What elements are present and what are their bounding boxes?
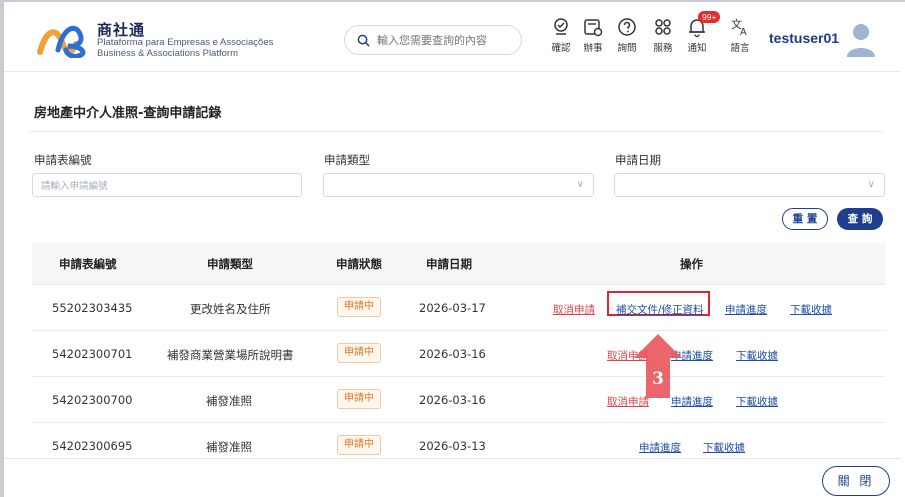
avatar-icon[interactable] [846, 21, 876, 57]
type-label: 申請類型 [324, 153, 370, 167]
nav-question[interactable]: 詢問 [610, 16, 644, 54]
form-no-cell: 54202300700 [52, 393, 133, 407]
date-cell: 2026-03-16 [419, 393, 486, 407]
status-badge: 申請中 [337, 297, 381, 317]
table-row: 54202300700 補發准照 申請中 2026-03-16 取消申請 申請進… [32, 377, 885, 423]
receipt-link[interactable]: 下載收據 [736, 348, 778, 363]
form-no-label: 申請表編號 [34, 153, 92, 167]
title-divider [30, 131, 882, 132]
status-badge: 申請中 [337, 343, 381, 363]
search-input[interactable] [377, 33, 517, 47]
nav-label: 語言 [730, 43, 750, 54]
reset-button[interactable]: 重 置 [782, 208, 828, 230]
username[interactable]: testuser01 [769, 30, 839, 46]
close-button[interactable]: 關 閉 [822, 466, 890, 496]
col-date: 申請日期 [426, 257, 472, 271]
nav-label: 服務 [653, 43, 673, 54]
table-row: 54202300701 補發商業營業場所說明書 申請中 2026-03-16 取… [32, 331, 885, 377]
page-title: 房地產中介人准照-查詢申請記錄 [34, 106, 222, 121]
logo-icon [37, 25, 86, 58]
status-badge: 申請中 [337, 389, 381, 409]
chevron-down-icon: ∨ [576, 179, 584, 190]
table-row: 55202303435 更改姓名及住所 申請中 2026-03-17 取消申請 … [32, 285, 885, 331]
date-select[interactable]: ∨ [614, 173, 885, 197]
nav-label: 詢問 [617, 43, 637, 54]
col-status: 申請狀態 [336, 257, 382, 271]
confirm-icon [554, 18, 568, 35]
search-icon [357, 34, 370, 47]
task-icon [584, 19, 603, 37]
supplement-docs-link[interactable]: 補交文件/修正資料 [616, 302, 704, 317]
type-cell: 補發准照 [206, 394, 252, 408]
form-no-cell: 54202300701 [52, 347, 133, 361]
step-arrow-icon: 3 [634, 334, 682, 398]
col-form-no: 申請表編號 [59, 257, 117, 271]
col-type: 申請類型 [207, 257, 253, 271]
status-badge: 申請中 [337, 435, 381, 455]
form-no-cell: 55202303435 [52, 301, 133, 315]
type-cell: 補發准照 [206, 440, 252, 454]
type-select[interactable]: ∨ [323, 173, 594, 197]
form-no-input[interactable]: 請輸入申請編號 [32, 173, 302, 197]
svg-text:A: A [740, 27, 747, 38]
nav-task[interactable]: 辦事 [576, 16, 610, 54]
question-icon [618, 18, 636, 36]
type-cell: 補發商業營業場所說明書 [167, 348, 294, 362]
form-no-placeholder: 請輸入申請編號 [41, 181, 108, 192]
date-label: 申請日期 [615, 153, 661, 167]
date-cell: 2026-03-13 [419, 439, 486, 453]
language-icon: 文A [731, 17, 747, 38]
date-cell: 2026-03-17 [419, 301, 486, 315]
brand-subtitle-en: Business & Associations Platform [97, 48, 238, 59]
modal-footer [4, 458, 901, 497]
nav-language[interactable]: 文A 語言 [723, 16, 757, 54]
service-icon [655, 19, 671, 35]
cancel-link[interactable]: 取消申請 [553, 302, 595, 317]
date-cell: 2026-03-16 [419, 347, 486, 361]
type-cell: 更改姓名及住所 [190, 302, 271, 316]
progress-link[interactable]: 申請進度 [639, 440, 681, 455]
notification-badge: 99+ [698, 11, 721, 23]
chevron-down-icon: ∨ [867, 179, 875, 190]
receipt-link[interactable]: 下載收據 [736, 394, 778, 409]
receipt-link[interactable]: 下載收據 [703, 440, 745, 455]
brand-subtitle-pt: Plataforma para Empresas e Associações [97, 37, 274, 48]
global-search[interactable] [344, 25, 522, 55]
nav-label: 辦事 [583, 43, 603, 54]
step-number: 3 [652, 369, 664, 389]
nav-confirm[interactable]: 確認 [544, 16, 578, 54]
nav-label: 通知 [687, 43, 707, 54]
form-no-cell: 54202300695 [52, 439, 133, 453]
progress-link[interactable]: 申請進度 [725, 302, 767, 317]
col-actions: 操作 [680, 257, 703, 271]
nav-label: 確認 [551, 43, 571, 54]
search-button[interactable]: 查 詢 [837, 208, 883, 230]
receipt-link[interactable]: 下載收據 [790, 302, 832, 317]
nav-service[interactable]: 服務 [646, 16, 680, 54]
table-header: 申請表編號 申請類型 申請狀態 申請日期 操作 [32, 243, 885, 285]
